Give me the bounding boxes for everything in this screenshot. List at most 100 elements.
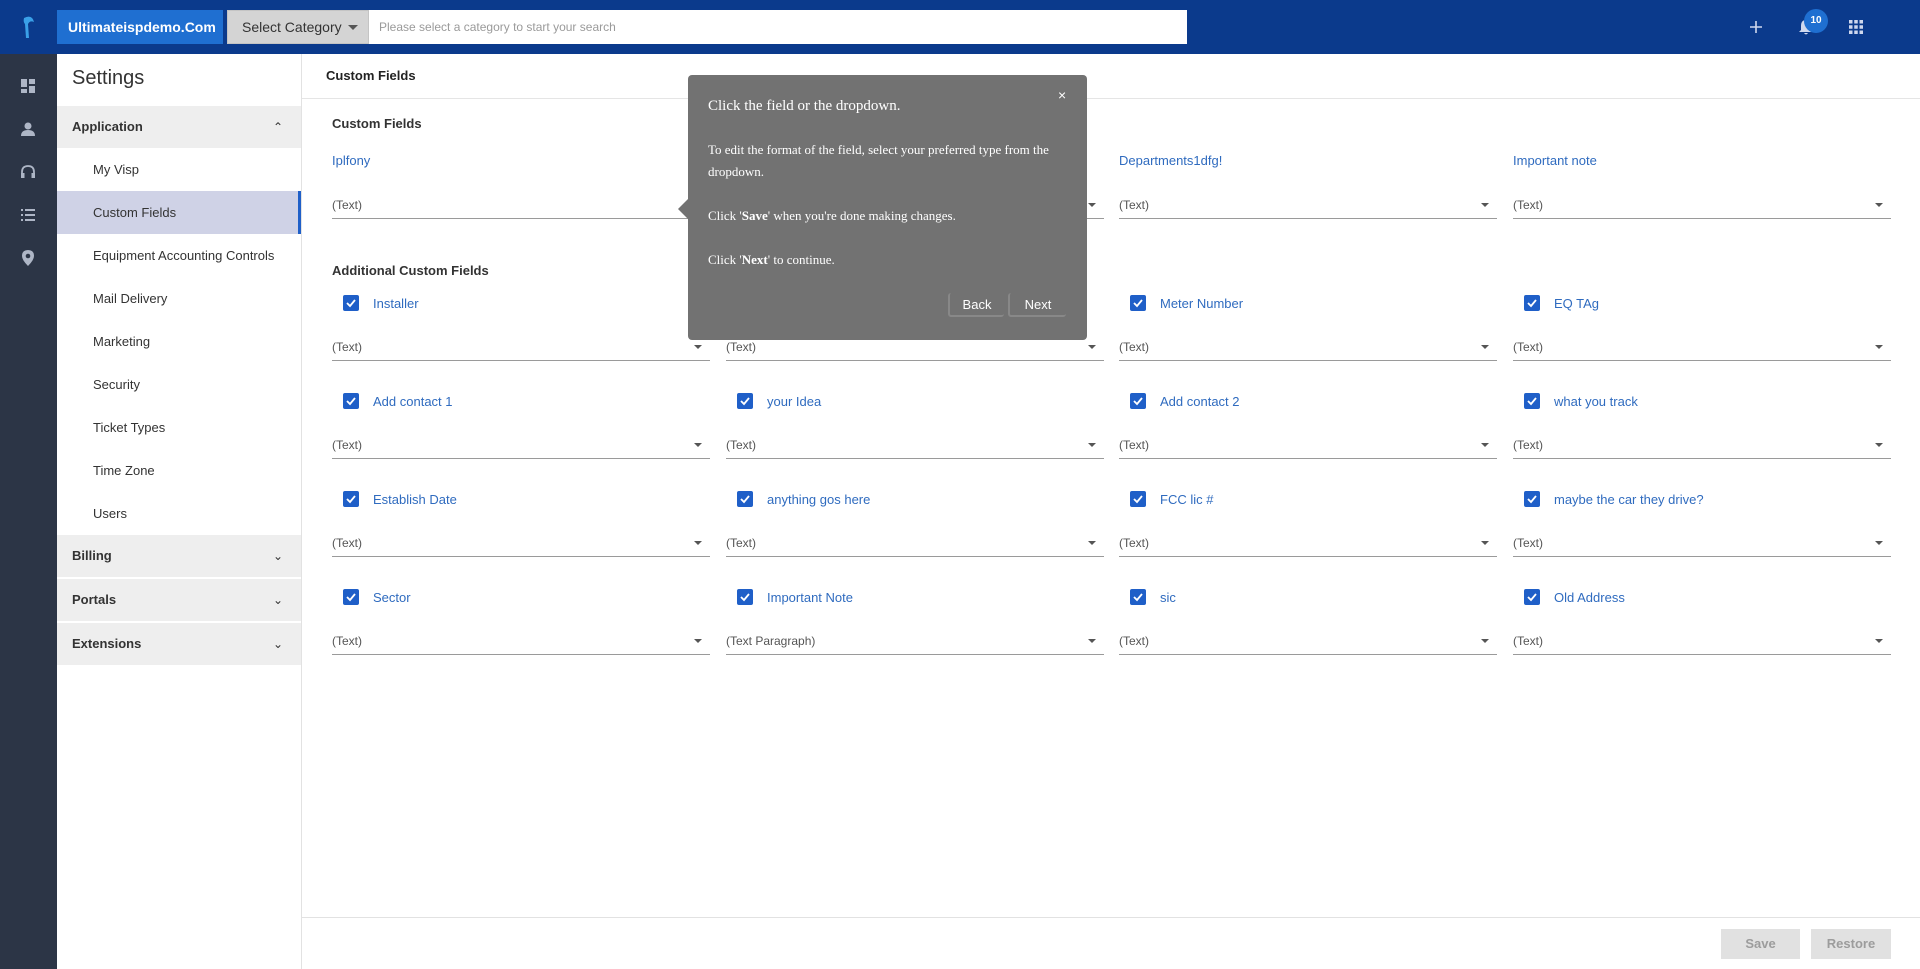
chevron-down-icon <box>694 345 702 349</box>
tour-next-button[interactable]: Next <box>1008 293 1066 317</box>
field-enabled-checkbox[interactable] <box>343 589 359 605</box>
field-enabled-checkbox[interactable] <box>1524 589 1540 605</box>
tour-paragraph: Click 'Save' when you're done making cha… <box>708 205 1078 227</box>
logo-icon[interactable] <box>18 12 40 42</box>
field-enabled-checkbox[interactable] <box>1130 491 1146 507</box>
additional-field-type-select[interactable]: (Text) <box>1513 532 1891 557</box>
chevron-down-icon <box>1088 203 1096 207</box>
additional-field-type-select[interactable]: (Text) <box>1513 336 1891 361</box>
field-enabled-checkbox[interactable] <box>343 491 359 507</box>
check-icon <box>1527 593 1537 602</box>
additional-field-type-select[interactable]: (Text) <box>1119 336 1497 361</box>
custom-field-type-select[interactable]: (Text) <box>1119 194 1497 219</box>
additional-field-type-select[interactable]: (Text) <box>1119 630 1497 655</box>
additional-field-label: maybe the car they drive? <box>1554 492 1704 507</box>
sidebar-item-equipment-accounting-controls[interactable]: Equipment Accounting Controls <box>57 234 301 277</box>
additional-field-type-select[interactable]: (Text) <box>332 336 710 361</box>
field-enabled-checkbox[interactable] <box>343 295 359 311</box>
field-enabled-checkbox[interactable] <box>737 393 753 409</box>
additional-field-label: sic <box>1160 590 1176 605</box>
category-select[interactable]: Select Category <box>227 10 369 44</box>
select-value: (Text) <box>1119 198 1149 212</box>
sidebar-item-mail-delivery[interactable]: Mail Delivery <box>57 277 301 320</box>
additional-field-type-select[interactable]: (Text) <box>726 532 1104 557</box>
page-title: Custom Fields <box>326 68 416 83</box>
section-label: Portals <box>72 592 117 607</box>
additional-field-type-select[interactable]: (Text) <box>1119 434 1497 459</box>
sidebar-item-my-visp[interactable]: My Visp <box>57 148 301 191</box>
chevron-down-icon <box>1875 541 1883 545</box>
chevron-down-icon <box>694 541 702 545</box>
check-icon <box>1133 495 1143 504</box>
field-enabled-checkbox[interactable] <box>1524 393 1540 409</box>
close-icon[interactable]: × <box>1058 87 1066 103</box>
field-enabled-checkbox[interactable] <box>343 393 359 409</box>
sidebar-item-users[interactable]: Users <box>57 492 301 535</box>
custom-field-type-select[interactable]: (Text) <box>332 194 710 219</box>
sidebar-title: Settings <box>72 67 145 89</box>
additional-field-type-select[interactable]: (Text Paragraph) <box>726 630 1104 655</box>
sidebar-section-billing[interactable]: Billing ⌄ <box>57 535 301 577</box>
field-enabled-checkbox[interactable] <box>1524 295 1540 311</box>
select-value: (Text) <box>1513 438 1543 452</box>
tour-paragraph: Click 'Next' to continue. <box>708 249 1078 271</box>
sidebar-item-time-zone[interactable]: Time Zone <box>57 449 301 492</box>
plus-icon[interactable] <box>1746 17 1766 37</box>
additional-field-label: anything gos here <box>767 492 871 507</box>
additional-field-type-select[interactable]: (Text) <box>1119 532 1497 557</box>
field-enabled-checkbox[interactable] <box>1524 491 1540 507</box>
additional-field-type-select[interactable]: (Text) <box>1513 434 1891 459</box>
check-icon <box>1133 397 1143 406</box>
brand-button[interactable]: Ultimateispdemo.Com <box>57 10 223 44</box>
sidebar-section-extensions[interactable]: Extensions ⌄ <box>57 623 301 665</box>
additional-field-type-select[interactable]: (Text) <box>332 630 710 655</box>
custom-field-label: Iplfony <box>332 153 371 168</box>
custom-field-type-select[interactable]: (Text) <box>1513 194 1891 219</box>
additional-field-label: Add contact 1 <box>373 394 453 409</box>
sidebar-item-custom-fields[interactable]: Custom Fields <box>57 191 301 234</box>
category-select-value: Select Category <box>242 19 342 35</box>
additional-custom-fields-heading: Additional Custom Fields <box>332 263 489 278</box>
field-enabled-checkbox[interactable] <box>737 491 753 507</box>
top-bar: Ultimateispdemo.Com Select Category 10 <box>0 0 1920 54</box>
chevron-down-icon <box>1088 345 1096 349</box>
additional-field-type-select[interactable]: (Text) <box>1513 630 1891 655</box>
section-label: Extensions <box>72 636 142 651</box>
custom-fields-heading: Custom Fields <box>332 116 422 131</box>
list-icon[interactable] <box>18 205 38 225</box>
sidebar-item-ticket-types[interactable]: Ticket Types <box>57 406 301 449</box>
additional-field-type-select[interactable]: (Text) <box>332 532 710 557</box>
tour-text: ' when you're done making changes. <box>767 208 956 223</box>
custom-field-label: Important note <box>1513 153 1597 168</box>
sidebar-item-security[interactable]: Security <box>57 363 301 406</box>
sidebar-item-marketing[interactable]: Marketing <box>57 320 301 363</box>
save-button[interactable]: Save <box>1721 929 1800 959</box>
additional-field-label: Installer <box>373 296 419 311</box>
field-enabled-checkbox[interactable] <box>1130 295 1146 311</box>
apps-grid-icon[interactable] <box>1846 17 1866 37</box>
field-enabled-checkbox[interactable] <box>737 589 753 605</box>
field-enabled-checkbox[interactable] <box>1130 589 1146 605</box>
tour-text: ' to continue. <box>767 252 835 267</box>
sidebar-section-application[interactable]: Application ⌃ <box>57 106 301 148</box>
tour-back-button[interactable]: Back <box>948 293 1004 317</box>
search-input[interactable] <box>369 10 1187 44</box>
dashboard-icon[interactable] <box>18 76 38 96</box>
sidebar-section-portals[interactable]: Portals ⌄ <box>57 579 301 621</box>
select-value: (Text) <box>1119 438 1149 452</box>
chevron-down-icon <box>1875 443 1883 447</box>
select-value: (Text) <box>332 634 362 648</box>
field-enabled-checkbox[interactable] <box>1130 393 1146 409</box>
person-icon[interactable] <box>18 119 38 139</box>
chevron-up-icon: ⌃ <box>272 120 283 134</box>
additional-field-type-select[interactable]: (Text) <box>726 434 1104 459</box>
additional-field-type-select[interactable]: (Text) <box>332 434 710 459</box>
select-value: (Text) <box>1513 340 1543 354</box>
section-label: Billing <box>72 548 112 563</box>
location-pin-icon[interactable] <box>18 248 38 268</box>
additional-field-label: Sector <box>373 590 411 605</box>
select-value: (Text Paragraph) <box>726 634 816 648</box>
restore-button[interactable]: Restore <box>1811 929 1891 959</box>
headset-icon[interactable] <box>18 162 38 182</box>
check-icon <box>1133 299 1143 308</box>
